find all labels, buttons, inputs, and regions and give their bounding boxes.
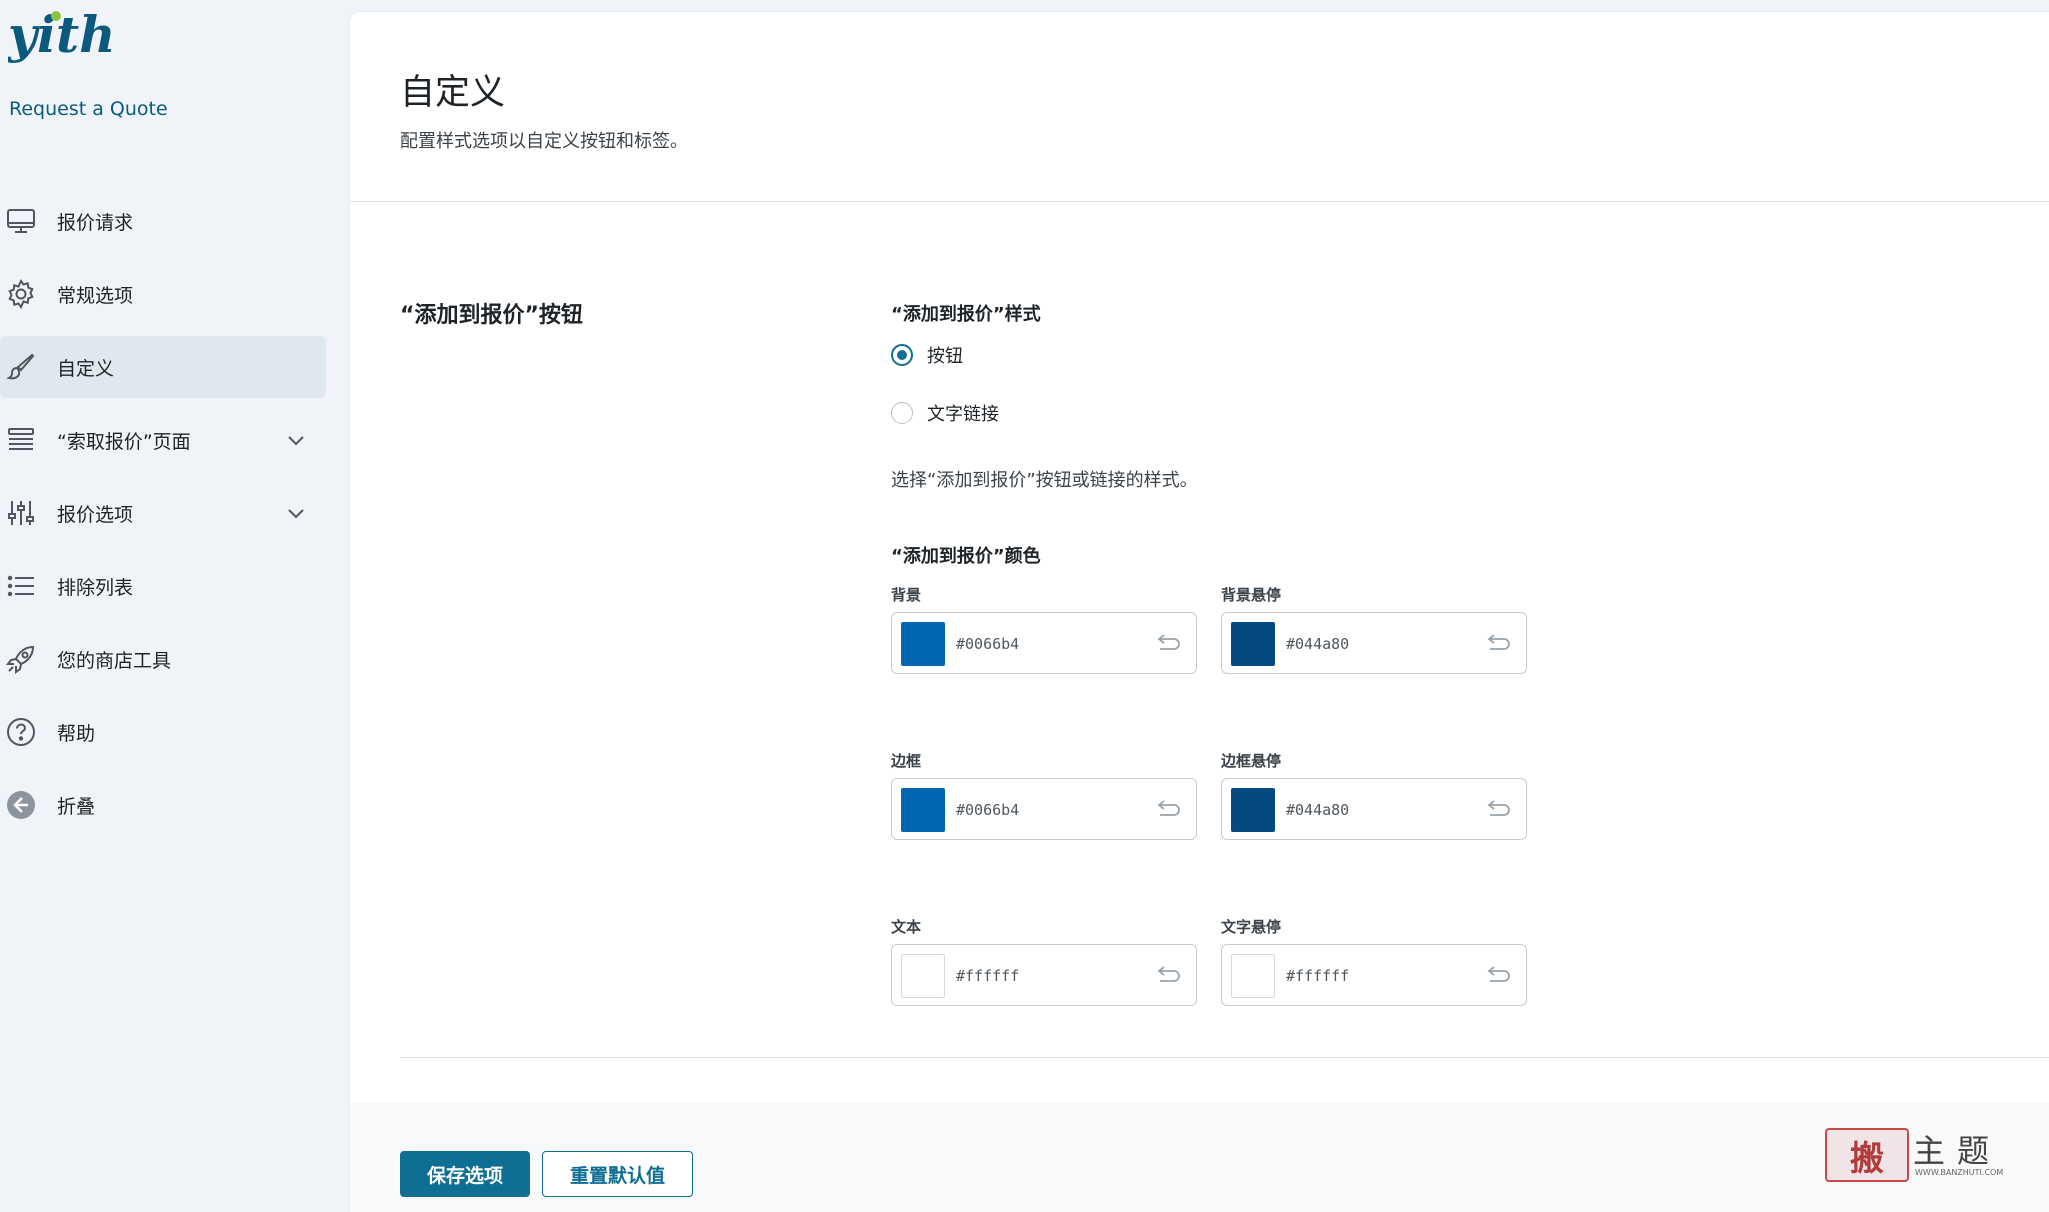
style-field-label: “添加到报价”样式 bbox=[891, 304, 1041, 325]
help-icon bbox=[3, 714, 39, 750]
color-hex-input[interactable] bbox=[956, 798, 1126, 822]
sidebar-item-label: “索取报价”页面 bbox=[57, 430, 191, 453]
color-label-border: 边框 bbox=[891, 752, 922, 770]
radio-option-button[interactable]: 按钮 bbox=[891, 340, 963, 370]
color-picker-background bbox=[891, 612, 1197, 674]
main-panel: 自定义 配置样式选项以自定义按钮和标签。 “添加到报价”按钮 “添加到报价”样式… bbox=[350, 12, 2049, 1212]
reset-defaults-button[interactable]: 重置默认值 bbox=[542, 1151, 693, 1197]
radio-option-text-link[interactable]: 文字链接 bbox=[891, 398, 999, 428]
color-swatch[interactable] bbox=[901, 954, 945, 998]
color-label-border-hover: 边框悬停 bbox=[1221, 752, 1282, 770]
color-label-background-hover: 背景悬停 bbox=[1221, 586, 1282, 604]
chevron-down-icon[interactable] bbox=[284, 428, 308, 452]
sidebar-item-label: 自定义 bbox=[57, 357, 115, 380]
color-swatch[interactable] bbox=[1231, 622, 1275, 666]
color-picker-background-hover bbox=[1221, 612, 1527, 674]
undo-icon[interactable] bbox=[1486, 798, 1512, 822]
section-divider bbox=[400, 1057, 2049, 1058]
color-hex-input[interactable] bbox=[1286, 798, 1456, 822]
color-picker-text-hover bbox=[1221, 944, 1527, 1006]
undo-icon[interactable] bbox=[1486, 632, 1512, 656]
sidebar-item-collapse[interactable]: 折叠 bbox=[0, 774, 326, 836]
sidebar-item-general-options[interactable]: 常规选项 bbox=[0, 263, 326, 325]
radio-label: 文字链接 bbox=[927, 404, 999, 425]
sidebar-item-quote-options[interactable]: 报价选项 bbox=[0, 482, 326, 544]
gear-icon bbox=[3, 276, 39, 312]
color-label-text-hover: 文字悬停 bbox=[1221, 918, 1282, 936]
watermark: 搬 主题 WWW.BANZHUTI.COM bbox=[1825, 1126, 2005, 1182]
sidebar: yith Request a Quote 报价请求 常规选项 自定义 “索取报价… bbox=[0, 0, 350, 1212]
undo-icon[interactable] bbox=[1156, 798, 1182, 822]
style-help-text: 选择“添加到报价”按钮或链接的样式。 bbox=[891, 470, 1198, 491]
color-hex-input[interactable] bbox=[1286, 632, 1456, 656]
save-options-button[interactable]: 保存选项 bbox=[400, 1151, 530, 1197]
section-title: “添加到报价”按钮 bbox=[400, 303, 583, 328]
sidebar-item-label: 报价请求 bbox=[57, 211, 134, 234]
color-swatch[interactable] bbox=[1231, 954, 1275, 998]
sidebar-item-label: 折叠 bbox=[57, 795, 96, 818]
color-swatch[interactable] bbox=[901, 622, 945, 666]
rocket-icon bbox=[3, 641, 39, 677]
sidebar-item-label: 报价选项 bbox=[57, 503, 134, 526]
sidebar-item-exclusion-list[interactable]: 排除列表 bbox=[0, 555, 326, 617]
radio-button-checked[interactable] bbox=[891, 344, 913, 366]
color-swatch[interactable] bbox=[901, 788, 945, 832]
undo-icon[interactable] bbox=[1156, 964, 1182, 988]
sidebar-item-store-tools[interactable]: 您的商店工具 bbox=[0, 628, 326, 690]
sidebar-nav: 报价请求 常规选项 自定义 “索取报价”页面 报价选项 排除列表 您的商店工具 … bbox=[0, 190, 350, 847]
watermark-url: WWW.BANZHUTI.COM bbox=[1915, 1168, 2004, 1177]
watermark-seal: 搬 bbox=[1825, 1128, 1909, 1182]
brush-icon bbox=[3, 349, 39, 385]
collapse-icon bbox=[3, 787, 39, 823]
color-picker-border-hover bbox=[1221, 778, 1527, 840]
sidebar-item-help[interactable]: 帮助 bbox=[0, 701, 326, 763]
logo-text: yith bbox=[8, 6, 116, 64]
chevron-down-icon[interactable] bbox=[284, 501, 308, 525]
sidebar-item-customization[interactable]: 自定义 bbox=[0, 336, 326, 398]
undo-icon[interactable] bbox=[1156, 632, 1182, 656]
sidebar-item-request-quote-page[interactable]: “索取报价”页面 bbox=[0, 409, 326, 471]
color-picker-border bbox=[891, 778, 1197, 840]
header-divider bbox=[350, 201, 2049, 202]
undo-icon[interactable] bbox=[1486, 964, 1512, 988]
layers-icon bbox=[3, 422, 39, 458]
sidebar-item-quote-requests[interactable]: 报价请求 bbox=[0, 190, 326, 252]
sidebar-item-label: 常规选项 bbox=[57, 284, 134, 307]
monitor-icon bbox=[3, 203, 39, 239]
color-picker-text bbox=[891, 944, 1197, 1006]
sliders-icon bbox=[3, 495, 39, 531]
color-hex-input[interactable] bbox=[956, 632, 1126, 656]
color-hex-input[interactable] bbox=[1286, 964, 1456, 988]
color-label-text: 文本 bbox=[891, 918, 922, 936]
sidebar-item-label: 排除列表 bbox=[57, 576, 134, 599]
page-description: 配置样式选项以自定义按钮和标签。 bbox=[400, 131, 688, 152]
sidebar-item-label: 帮助 bbox=[57, 722, 96, 745]
list-icon bbox=[3, 568, 39, 604]
color-label-background: 背景 bbox=[891, 586, 922, 604]
color-hex-input[interactable] bbox=[956, 964, 1126, 988]
page-title: 自定义 bbox=[400, 73, 506, 113]
sidebar-item-label: 您的商店工具 bbox=[57, 649, 172, 672]
radio-button-unchecked[interactable] bbox=[891, 402, 913, 424]
color-swatch[interactable] bbox=[1231, 788, 1275, 832]
plugin-name: Request a Quote bbox=[9, 98, 168, 120]
yith-logo[interactable]: yith bbox=[8, 6, 118, 84]
radio-label: 按钮 bbox=[927, 346, 963, 367]
watermark-text: 主题 bbox=[1913, 1132, 2002, 1170]
colors-field-label: “添加到报价”颜色 bbox=[891, 546, 1041, 567]
